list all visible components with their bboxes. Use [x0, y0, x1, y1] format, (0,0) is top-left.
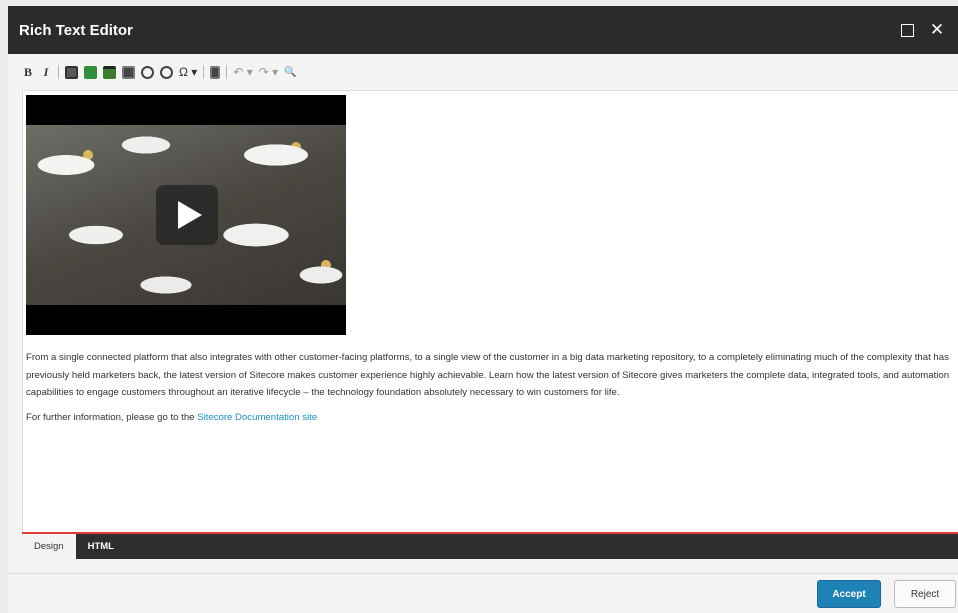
rich-text-editor-dialog: Rich Text Editor ✕ B I Ω ▾ ↶ ▾ ↷ ▾ 🔍 Fro…: [8, 6, 958, 613]
undo-button[interactable]: ↶ ▾: [233, 65, 252, 79]
italic-button[interactable]: I: [40, 65, 52, 80]
mode-tabs: Design HTML: [22, 534, 958, 559]
paragraph: From a single connected platform that al…: [26, 352, 950, 398]
find-icon[interactable]: 🔍: [284, 67, 296, 78]
tab-design[interactable]: Design: [22, 534, 76, 559]
play-icon[interactable]: [156, 185, 218, 245]
editor-toolbar: B I Ω ▾ ↶ ▾ ↷ ▾ 🔍: [8, 54, 958, 90]
insert-image-icon[interactable]: [122, 65, 135, 79]
insert-sitecore-link-icon[interactable]: [103, 65, 116, 79]
editor-text: From a single connected platform that al…: [26, 349, 956, 433]
toolbar-divider: [203, 65, 205, 79]
dialog-footer: Accept Reject: [8, 573, 958, 613]
dialog-titlebar: Rich Text Editor ✕: [8, 6, 958, 54]
video-player[interactable]: [26, 95, 346, 335]
remove-link-icon[interactable]: [141, 65, 154, 79]
insert-link-icon[interactable]: [65, 65, 78, 79]
editor-content-area[interactable]: From a single connected platform that al…: [22, 90, 958, 532]
tab-html[interactable]: HTML: [76, 534, 126, 559]
accept-button[interactable]: Accept: [817, 580, 881, 608]
bold-button[interactable]: B: [22, 65, 34, 80]
sitecore-documentation-link[interactable]: Sitecore Documentation site: [197, 412, 317, 423]
close-icon[interactable]: ✕: [927, 20, 947, 40]
reject-button[interactable]: Reject: [894, 580, 956, 608]
paragraph-text: For further information, please go to th…: [26, 411, 198, 423]
dialog-title: Rich Text Editor: [19, 21, 133, 39]
toolbar-divider: [226, 65, 228, 79]
redo-button[interactable]: ↷ ▾: [259, 65, 278, 79]
toolbar-divider: [58, 65, 59, 79]
insert-anchor-icon[interactable]: [160, 65, 173, 79]
paste-icon[interactable]: [210, 65, 221, 79]
paragraph: For further information, please go to th…: [26, 409, 956, 427]
maximize-icon[interactable]: [897, 20, 917, 40]
insert-media-icon[interactable]: [84, 65, 97, 79]
special-characters-dropdown[interactable]: Ω ▾: [179, 65, 197, 79]
